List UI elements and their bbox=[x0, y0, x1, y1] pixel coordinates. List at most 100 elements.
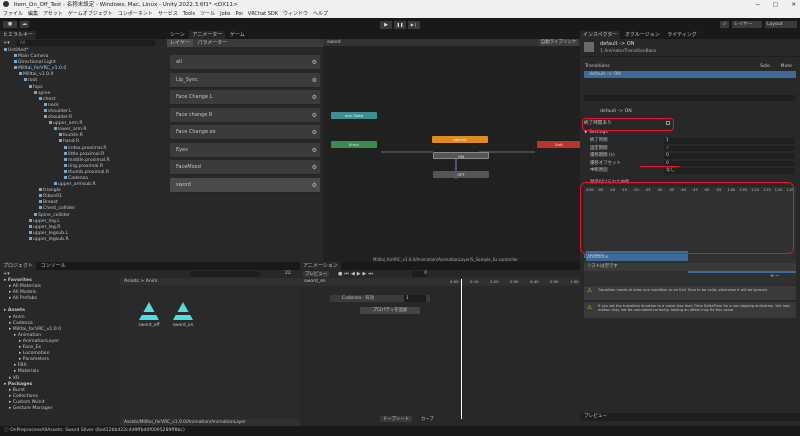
gameobject-icon bbox=[29, 236, 32, 240]
step-button[interactable]: ▶❘ bbox=[408, 21, 420, 29]
animator-layer-item[interactable]: all ⚙ bbox=[170, 55, 320, 70]
hierarchy-tab[interactable]: ヒエラルキー bbox=[0, 31, 37, 39]
tab-curves[interactable]: カーブ bbox=[418, 416, 437, 422]
menu-tools-en[interactable]: Tools bbox=[183, 10, 195, 18]
project-search-input[interactable] bbox=[190, 271, 260, 277]
menu-tools[interactable]: ツール bbox=[200, 10, 215, 18]
animation-timeline-ruler[interactable]: 0:00 0:10 0:20 0:30 0:40 0:50 1:00 bbox=[450, 279, 580, 285]
off-state-node[interactable]: OFF bbox=[433, 171, 489, 178]
hierarchy-item[interactable]: upper_legsub.R bbox=[0, 236, 167, 243]
add-condition-button[interactable]: + ─ bbox=[770, 273, 779, 279]
asset-sword-on[interactable]: sword_on bbox=[168, 300, 198, 328]
pause-button[interactable]: ❚❚ bbox=[394, 21, 406, 29]
animator-layer-item[interactable]: Lip_Sync ⚙ bbox=[170, 72, 320, 88]
settings-field-value[interactable]: なし bbox=[664, 168, 794, 174]
graph-breadcrumb[interactable]: sword bbox=[323, 40, 341, 45]
transition-name-field[interactable] bbox=[584, 95, 796, 101]
settings-fields: 終了時間 1 固定期間 ✓ 遷移期間 (s) 0 遷移オフセット 0 中断原因 なし bbox=[590, 137, 796, 175]
auto-live-link-button[interactable]: 自動ライブリンク bbox=[538, 39, 578, 46]
play-button[interactable]: ▶ bbox=[380, 21, 392, 29]
close-button[interactable]: ✕ bbox=[791, 0, 796, 10]
window-title: Item_On_Off_Test - 名称未設定 - Windows, Mac,… bbox=[13, 2, 238, 8]
menu-poi[interactable]: Poi bbox=[235, 10, 242, 18]
gameobject-icon bbox=[4, 48, 7, 51]
menu-file[interactable]: ファイル bbox=[3, 10, 23, 18]
tab-occlusion[interactable]: オクルージョン bbox=[622, 31, 663, 39]
mute-label: Mute bbox=[780, 64, 792, 69]
settings-field-value[interactable]: ✓ bbox=[664, 145, 794, 151]
property-row[interactable]: Cadenza : 有効 1 bbox=[330, 295, 430, 302]
animator-layer-item[interactable]: Eyes ⚙ bbox=[170, 142, 320, 158]
add-icon[interactable]: +▾ bbox=[3, 40, 10, 46]
gear-icon[interactable]: ⚙ bbox=[312, 160, 317, 175]
settings-field-row: 固定期間 ✓ bbox=[590, 145, 796, 153]
preview-toggle[interactable]: プレビュー bbox=[303, 271, 329, 277]
tab-project[interactable]: プロジェクト bbox=[0, 262, 37, 270]
menu-gameobject[interactable]: ゲームオブジェクト bbox=[68, 10, 113, 18]
maximize-button[interactable]: □ bbox=[773, 0, 778, 10]
asset-sword-off[interactable]: sword_off bbox=[134, 300, 164, 328]
menu-jobs[interactable]: Jobs bbox=[220, 10, 230, 18]
tab-console[interactable]: コンソール bbox=[38, 262, 69, 270]
hierarchy-search-input[interactable]: All bbox=[16, 40, 156, 46]
settings-field-value[interactable]: 0 bbox=[664, 160, 794, 166]
clip-dropdown[interactable]: sword_on bbox=[300, 279, 326, 284]
menu-component[interactable]: コンポーネント bbox=[118, 10, 153, 18]
layers-dropdown[interactable]: レイヤー bbox=[732, 21, 762, 28]
gear-icon[interactable]: ⚙ bbox=[312, 108, 317, 123]
tab-layers[interactable]: レイヤー bbox=[167, 39, 193, 47]
transition-list-item[interactable]: default -> ON bbox=[584, 71, 796, 78]
animation-tick-label: 0:10 bbox=[470, 279, 479, 284]
default-state-node[interactable]: default bbox=[432, 136, 488, 143]
status-bar: ⓘ OnPreprocessAllAssets: Sword Silver (6… bbox=[0, 426, 800, 436]
tab-scene[interactable]: シーン bbox=[167, 31, 188, 39]
gear-icon[interactable]: ⚙ bbox=[312, 125, 317, 140]
menu-services[interactable]: サービス bbox=[158, 10, 178, 18]
gear-icon[interactable]: ⚙ bbox=[312, 55, 317, 70]
menu-help[interactable]: ヘルプ bbox=[313, 10, 328, 18]
tab-game[interactable]: ゲーム bbox=[227, 31, 248, 39]
exit-state-node[interactable]: Exit bbox=[537, 141, 581, 148]
asset-breadcrumb[interactable]: Assets > Anim bbox=[120, 278, 300, 285]
property-value[interactable]: 1 bbox=[404, 295, 426, 302]
gear-icon[interactable]: ⚙ bbox=[312, 143, 317, 158]
project-folder-item[interactable]: ▸ Gesture Manager bbox=[0, 406, 118, 412]
tab-parameters[interactable]: パラメーター bbox=[194, 39, 230, 47]
gear-icon[interactable]: ⚙ bbox=[312, 73, 317, 88]
tab-inspector[interactable]: インスペクター bbox=[580, 31, 621, 39]
animator-layer-item[interactable]: Face change R ⚙ bbox=[170, 107, 320, 123]
settings-field-row: 終了時間 1 bbox=[590, 137, 796, 145]
any-state-node[interactable]: Any State bbox=[331, 112, 377, 119]
search-icon[interactable]: ⌕ bbox=[720, 21, 729, 28]
playback-controls[interactable]: ●⏮◀▶▶⏭ bbox=[338, 271, 375, 277]
tab-lighting[interactable]: ライティング bbox=[664, 31, 700, 39]
gameobject-icon bbox=[34, 90, 37, 94]
create-icon[interactable]: +▾ bbox=[3, 271, 10, 277]
animator-layer-item[interactable]: Face Change ex ⚙ bbox=[170, 125, 320, 140]
animator-layer-item[interactable]: Face Change L ⚙ bbox=[170, 90, 320, 105]
highlight-exit-time bbox=[582, 118, 674, 131]
menu-assets[interactable]: アセット bbox=[43, 10, 63, 18]
animator-layer-item[interactable]: FaceMood ⚙ bbox=[170, 160, 320, 175]
cloud-icon[interactable]: ☁ bbox=[20, 21, 29, 28]
menu-edit[interactable]: 編集 bbox=[28, 10, 38, 18]
conditions-list: リストは空です bbox=[584, 263, 796, 271]
on-state-node[interactable]: ON bbox=[433, 152, 489, 159]
tab-animation[interactable]: アニメーション bbox=[300, 262, 341, 270]
add-property-button[interactable]: プロパティを追加 bbox=[360, 307, 420, 314]
settings-field-value[interactable]: 1 bbox=[664, 138, 794, 144]
animator-layer-item[interactable]: sword ⚙ bbox=[170, 177, 320, 193]
account-button[interactable]: ● bbox=[3, 21, 17, 28]
minimize-button[interactable]: ─ bbox=[756, 0, 759, 10]
gear-icon[interactable]: ⚙ bbox=[312, 90, 317, 105]
menu-vrchat-sdk[interactable]: VRChat SDK bbox=[248, 10, 278, 18]
gear-icon[interactable]: ⚙ bbox=[312, 178, 317, 193]
settings-field-value[interactable]: 0 bbox=[664, 153, 794, 159]
entry-state-node[interactable]: Entry bbox=[331, 141, 377, 148]
layout-dropdown[interactable]: Layout bbox=[765, 21, 797, 28]
tab-animator[interactable]: アニメーター bbox=[189, 31, 226, 39]
playhead[interactable] bbox=[461, 279, 462, 419]
menu-window[interactable]: ウィンドウ bbox=[283, 10, 308, 18]
frame-field[interactable]: 0 bbox=[412, 271, 428, 277]
tab-dopesheet[interactable]: ドープシート bbox=[380, 416, 413, 422]
